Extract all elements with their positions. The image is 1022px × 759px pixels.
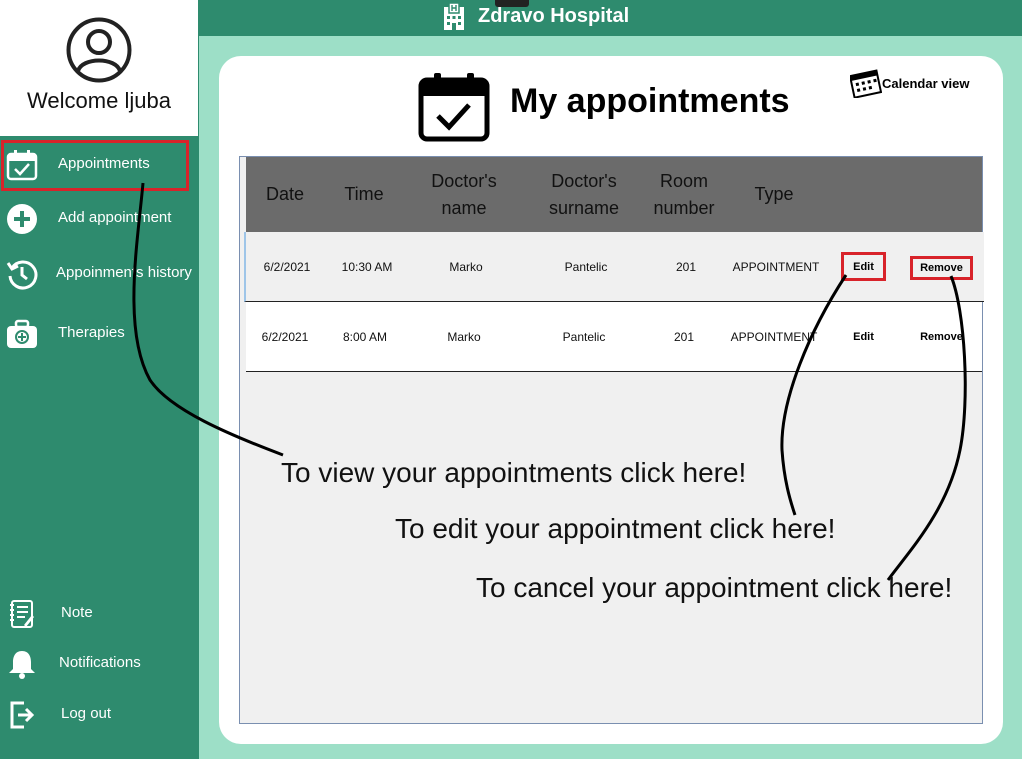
app-title: Zdravo Hospital: [478, 5, 630, 27]
sidebar-item-log-out[interactable]: Log out: [0, 690, 199, 740]
remove-button[interactable]: Remove: [910, 325, 973, 349]
annotation-cancel: To cancel your appointment click here!: [476, 572, 953, 603]
sidebar-item-add-appointment[interactable]: Add appointment: [0, 194, 199, 244]
edit-button[interactable]: Edit: [841, 252, 886, 281]
column-header-type[interactable]: Type: [734, 157, 814, 232]
column-header-date[interactable]: Date: [246, 157, 324, 232]
history-icon: [6, 260, 38, 290]
cell-type: APPOINTMENT: [730, 329, 818, 344]
table-header: Date Time Doctor's name Doctor's surname…: [246, 157, 982, 232]
annotation-view: To view your appointments click here!: [281, 457, 747, 488]
plus-circle-icon: [7, 204, 37, 234]
remove-button[interactable]: Remove: [910, 256, 973, 280]
cell-type: APPOINTMENT: [732, 259, 820, 274]
annotation-edit: To edit your appointment click here!: [395, 513, 836, 544]
page-title: My appointments: [510, 82, 790, 120]
sidebar-item-label: Notifications: [59, 654, 141, 671]
sidebar-item-label: Add appointment: [58, 209, 172, 226]
bell-icon: [9, 651, 35, 679]
sidebar-item-appointments-history[interactable]: Appoinments history: [0, 249, 199, 299]
logout-icon: [10, 701, 35, 729]
cell-time: 8:00 AM: [342, 329, 388, 344]
column-header-doctor-name[interactable]: Doctor's name: [414, 157, 514, 232]
hospital-icon: [444, 3, 464, 30]
calendar-check-icon: [418, 73, 490, 142]
calendar-view-label: Calendar view: [882, 76, 970, 91]
column-header-doctor-surname[interactable]: Doctor's surname: [534, 157, 634, 232]
appointments-highlight-box: [1, 140, 189, 191]
cell-date: 6/2/2021: [263, 259, 311, 274]
cell-doctor-name: Marko: [449, 259, 483, 274]
cell-room-number: 201: [673, 329, 695, 344]
column-header-room-number[interactable]: Room number: [644, 157, 724, 232]
sidebar-item-label: Note: [61, 604, 93, 621]
cell-room-number: 201: [675, 259, 697, 274]
edit-button[interactable]: Edit: [841, 323, 886, 350]
cell-doctor-surname: Pantelic: [562, 329, 606, 344]
user-avatar-icon: [66, 17, 132, 83]
cell-doctor-name: Marko: [447, 329, 481, 344]
medkit-icon: [7, 319, 37, 348]
profile-panel: Welcome ljuba: [0, 0, 198, 136]
cell-doctor-surname: Pantelic: [564, 259, 608, 274]
top-bar: Zdravo Hospital: [199, 0, 1022, 36]
sidebar-item-note[interactable]: Note: [0, 589, 199, 639]
column-header-time[interactable]: Time: [324, 157, 404, 232]
sidebar-item-label: Log out: [61, 705, 112, 722]
notepad-icon: [10, 600, 34, 628]
sidebar-item-therapies[interactable]: Therapies: [0, 309, 199, 359]
cell-time: 10:30 AM: [341, 259, 393, 274]
sidebar-item-label: Appoinments history: [56, 264, 192, 281]
welcome-text: Welcome ljuba: [27, 88, 171, 113]
sidebar-item-label: Therapies: [58, 324, 125, 341]
cell-date: 6/2/2021: [261, 329, 309, 344]
calendar-icon: [850, 69, 882, 98]
sidebar: Welcome ljuba Appointments Add appointme…: [0, 0, 199, 759]
sidebar-item-notifications[interactable]: Notifications: [0, 639, 199, 689]
